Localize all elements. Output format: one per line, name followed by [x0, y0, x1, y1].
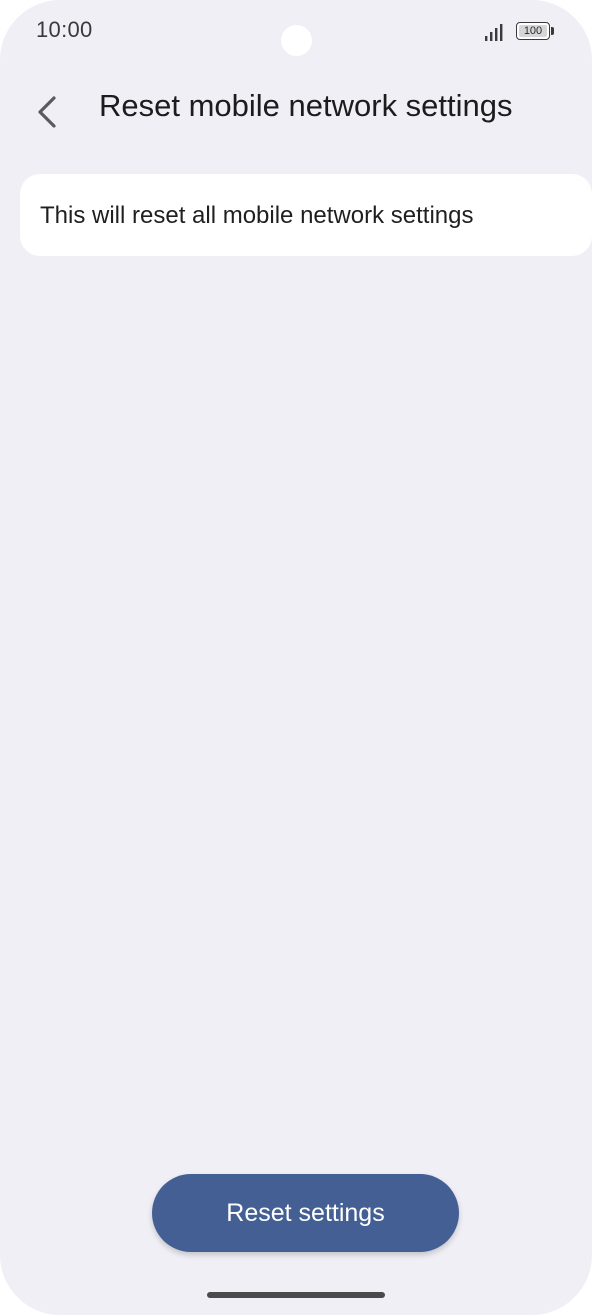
app-header: Reset mobile network settings — [0, 80, 592, 140]
status-time: 10:00 — [36, 17, 93, 42]
camera-cutout — [281, 25, 312, 56]
reset-settings-button[interactable]: Reset settings — [152, 1174, 459, 1252]
back-button[interactable] — [22, 84, 70, 136]
signal-bars-icon — [485, 24, 503, 41]
info-card: This will reset all mobile network setti… — [20, 174, 592, 256]
chevron-left-icon — [38, 96, 56, 128]
info-description: This will reset all mobile network setti… — [40, 202, 474, 229]
screen: 10:00 100 Reset mobile network settings … — [0, 0, 592, 1315]
status-bar: 10:00 100 — [0, 0, 592, 62]
battery-icon: 100 — [516, 22, 558, 42]
battery-level: 100 — [523, 25, 543, 37]
page-title: Reset mobile network settings — [99, 88, 513, 123]
home-indicator[interactable] — [207, 1292, 385, 1298]
